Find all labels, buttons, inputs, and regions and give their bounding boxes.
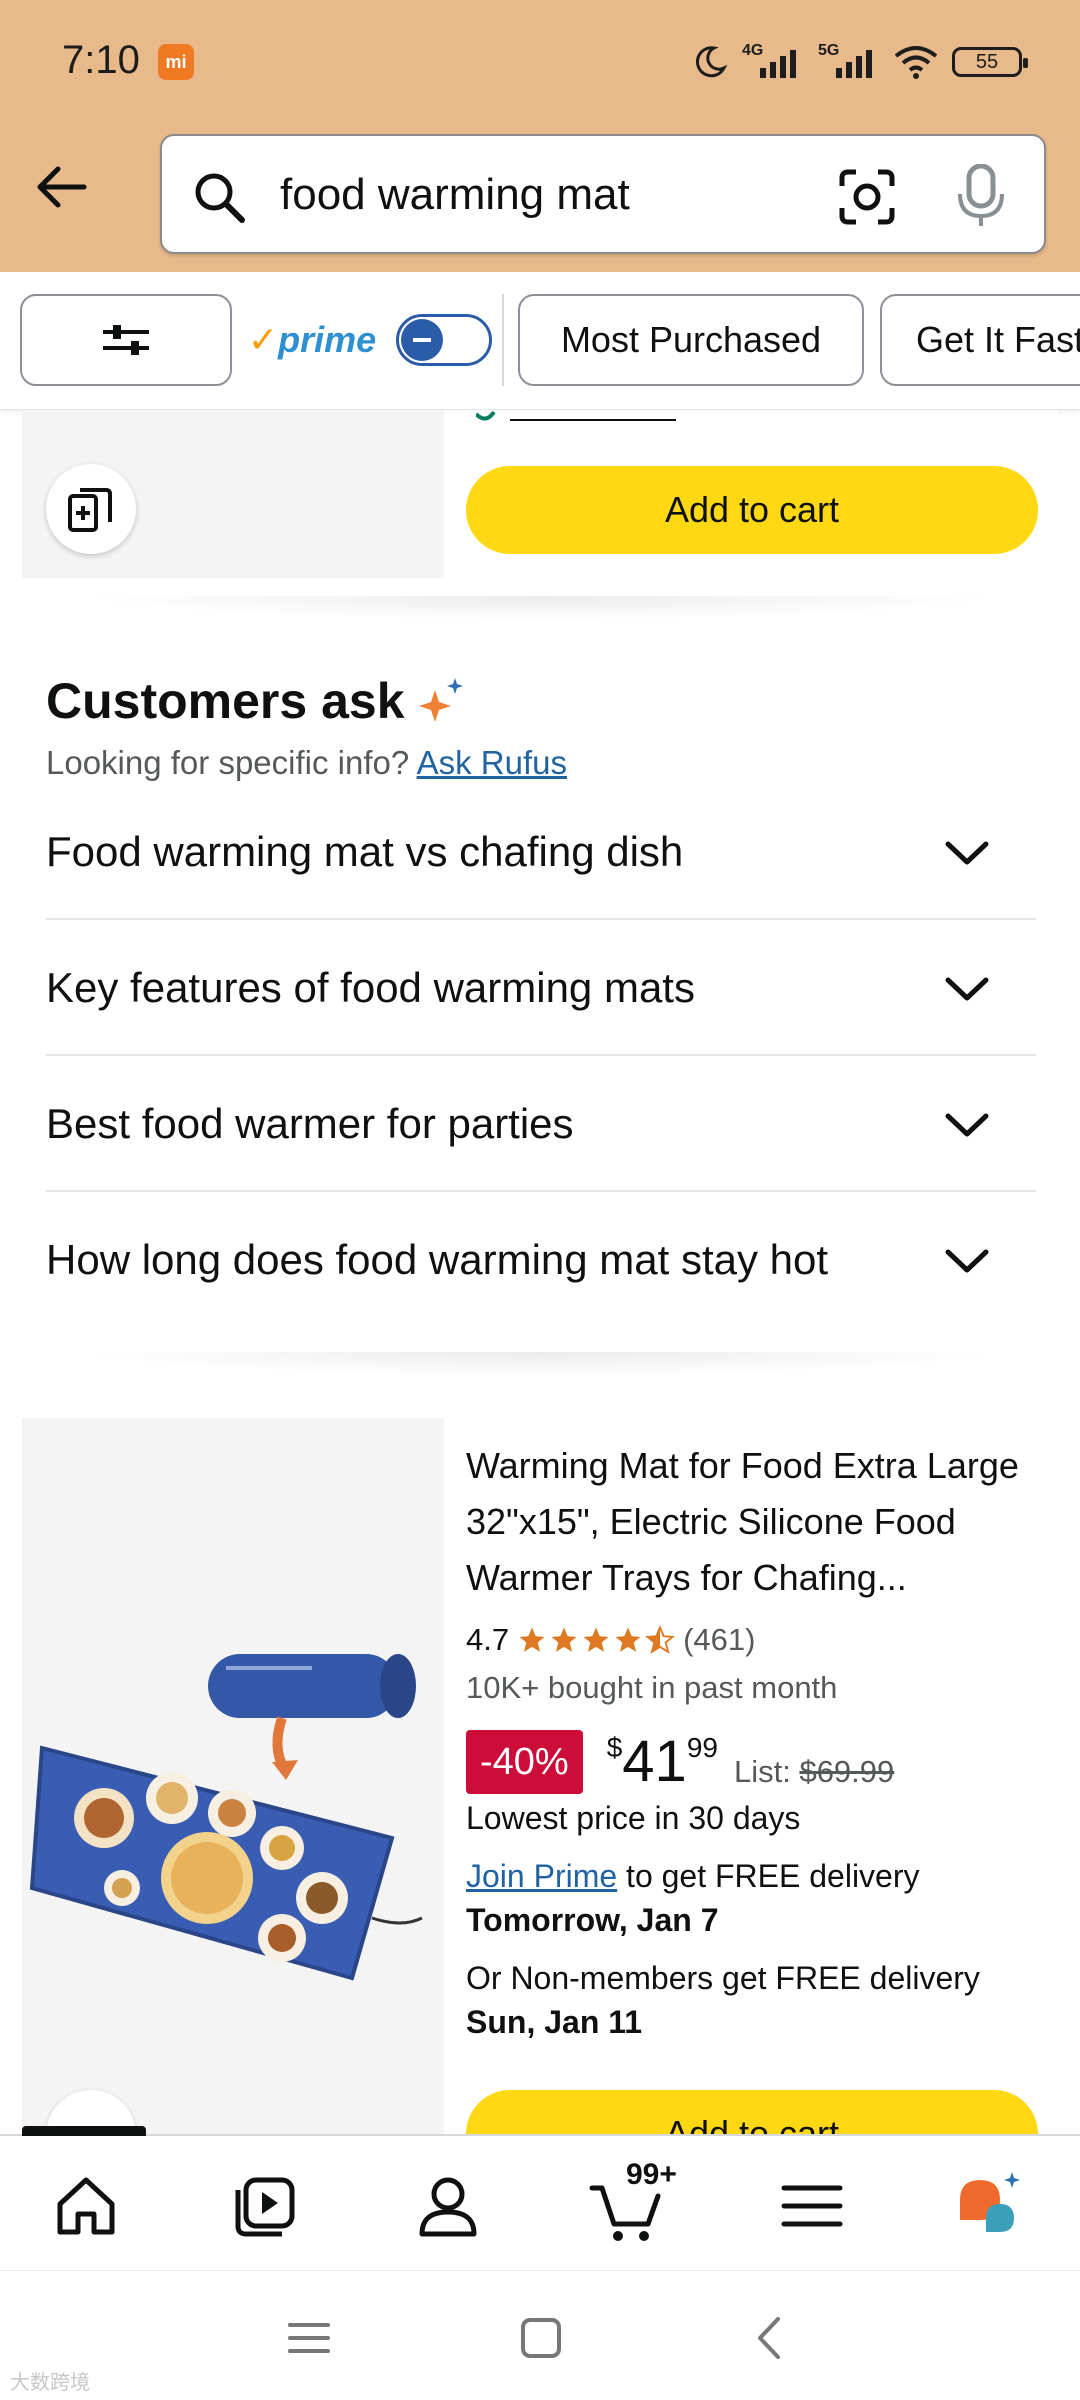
price-row: -40% $4199 List: $69.99 [466,1730,894,1794]
account-icon[interactable] [408,2166,488,2246]
add-to-cart-button[interactable]: Add to cart [466,466,1038,554]
faq-item[interactable]: Key features of food warming mats [46,920,1036,1056]
status-icons: 4G 5G 55 [692,38,1028,86]
customers-ask-subtitle: Looking for specific info? Ask Rufus [46,744,567,782]
signal-4g-icon: 4G [742,42,804,82]
chevron-down-icon [945,1113,989,1137]
chip-divider [502,294,504,386]
battery-icon: 55 [952,47,1028,77]
star-rating [517,1625,676,1655]
star-full-icon [519,1627,545,1652]
product-image[interactable] [22,1418,444,2138]
filter-button[interactable] [20,294,232,386]
rufus-icon[interactable] [950,2166,1030,2246]
faq-question: Best food warmer for parties [46,1100,574,1147]
moon-icon [695,46,728,78]
status-time: 7:10 [62,38,140,82]
prime-filter[interactable]: ✓prime [248,294,493,386]
sparkle-icon [418,678,463,722]
prime-toggle-knob [401,319,444,361]
filter-bar: ✓prime Most Purchased Get It Fast [0,272,1080,410]
star-full-icon [551,1627,577,1652]
star-full-icon [583,1627,609,1652]
sliders-icon [103,325,149,355]
prime-delivery-text: to get FREE delivery [617,1858,920,1894]
price-fraction: 99 [686,1732,718,1763]
signal-5g-icon: 5G [818,42,880,82]
chip-get-it-fast[interactable]: Get It Fast [880,294,1080,386]
price: $4199 [607,1730,718,1794]
prime-delivery-date: Tomorrow, Jan 7 [466,1902,719,1938]
watermark: 大数跨境 [10,2372,90,2394]
bought-count: 10K+ bought in past month [466,1670,838,1705]
rating-value: 4.7 [466,1622,510,1657]
review-count[interactable]: (461) [683,1622,755,1658]
chevron-down-icon [945,841,989,865]
app-header: 7:10 mi 4G 5G 55 food warming mat [0,0,1080,272]
cart-count-badge: 99+ [626,2158,677,2191]
product-card-previous: Add to cart [22,410,1058,578]
list-label: List: [733,1754,791,1789]
back-arrow-icon[interactable] [30,155,94,219]
price-whole: 41 [622,1729,687,1794]
microphone-icon[interactable] [956,164,1006,228]
join-prime-link[interactable]: Join Prime [466,1858,617,1894]
faq-item[interactable]: How long does food warming mat stay hot [46,1192,1036,1328]
section-divider [80,596,1000,620]
add-to-cart-button[interactable]: Add to cart [466,2090,1038,2138]
wifi-icon [894,46,938,79]
search-input[interactable]: food warming mat [280,170,630,220]
nonmember-delivery-date: Sun, Jan 11 [466,2004,643,2040]
star-half-icon [645,1625,676,1654]
faq-question: Key features of food warming mats [46,964,695,1011]
faq-question: Food warming mat vs chafing dish [46,828,684,875]
chip-most-purchased[interactable]: Most Purchased [518,294,864,386]
prime-delivery-line: Join Prime to get FREE delivery [466,1858,920,1895]
list-price-row: List: $69.99 [734,1754,894,1790]
ask-rufus-link[interactable]: Ask Rufus [417,744,567,781]
prime-toggle[interactable] [396,314,493,366]
back-chevron-icon[interactable] [748,2315,794,2361]
search-icon [195,173,245,223]
star-full-icon [615,1627,641,1652]
compare-button[interactable] [46,464,136,554]
customers-ask-heading: Customers ask [46,672,467,730]
partial-link-underline [476,410,676,421]
customers-ask-title: Customers ask [46,673,405,729]
section-divider [80,1352,1000,1376]
nonmember-delivery-text: Or Non-members get FREE delivery [466,1960,980,1996]
chevron-down-icon [945,1249,989,1273]
mi-notification-icon: mi [158,44,194,80]
home-icon[interactable] [46,2166,126,2246]
list-price: $69.99 [799,1754,895,1789]
faq-question: How long does food warming mat stay hot [46,1236,829,1283]
home-square-icon[interactable] [518,2315,564,2361]
ask-subtitle-text: Looking for specific info? [46,744,410,781]
faq-item[interactable]: Best food warmer for parties [46,1056,1036,1192]
discount-badge: -40% [466,1730,583,1794]
system-navigation-bar [0,2270,1080,2400]
price-currency: $ [606,1732,623,1763]
search-bar[interactable]: food warming mat [160,134,1046,254]
bottom-navigation: 99+ [0,2126,1080,2270]
product-card[interactable]: Warming Mat for Food Extra Large 32"x15"… [22,1418,1058,2138]
chevron-down-icon [945,977,989,1001]
recent-apps-icon[interactable] [286,2315,332,2361]
faq-item[interactable]: Food warming mat vs chafing dish [46,784,1036,920]
camera-scan-icon[interactable] [838,168,896,226]
cart-button[interactable]: 99+ [588,2158,684,2246]
menu-icon[interactable] [772,2166,852,2246]
prime-label: prime [278,319,377,360]
prime-logo: ✓prime [248,319,377,360]
active-tab-indicator [22,2126,146,2136]
video-play-icon[interactable] [226,2166,306,2246]
rating-row[interactable]: 4.7 (461) [466,1622,755,1658]
product-title[interactable]: Warming Mat for Food Extra Large 32"x15"… [466,1438,1046,1606]
lowest-price-note: Lowest price in 30 days [466,1800,801,1836]
compare-add-icon [68,488,112,532]
warming-mat-product-image [29,1654,423,1981]
